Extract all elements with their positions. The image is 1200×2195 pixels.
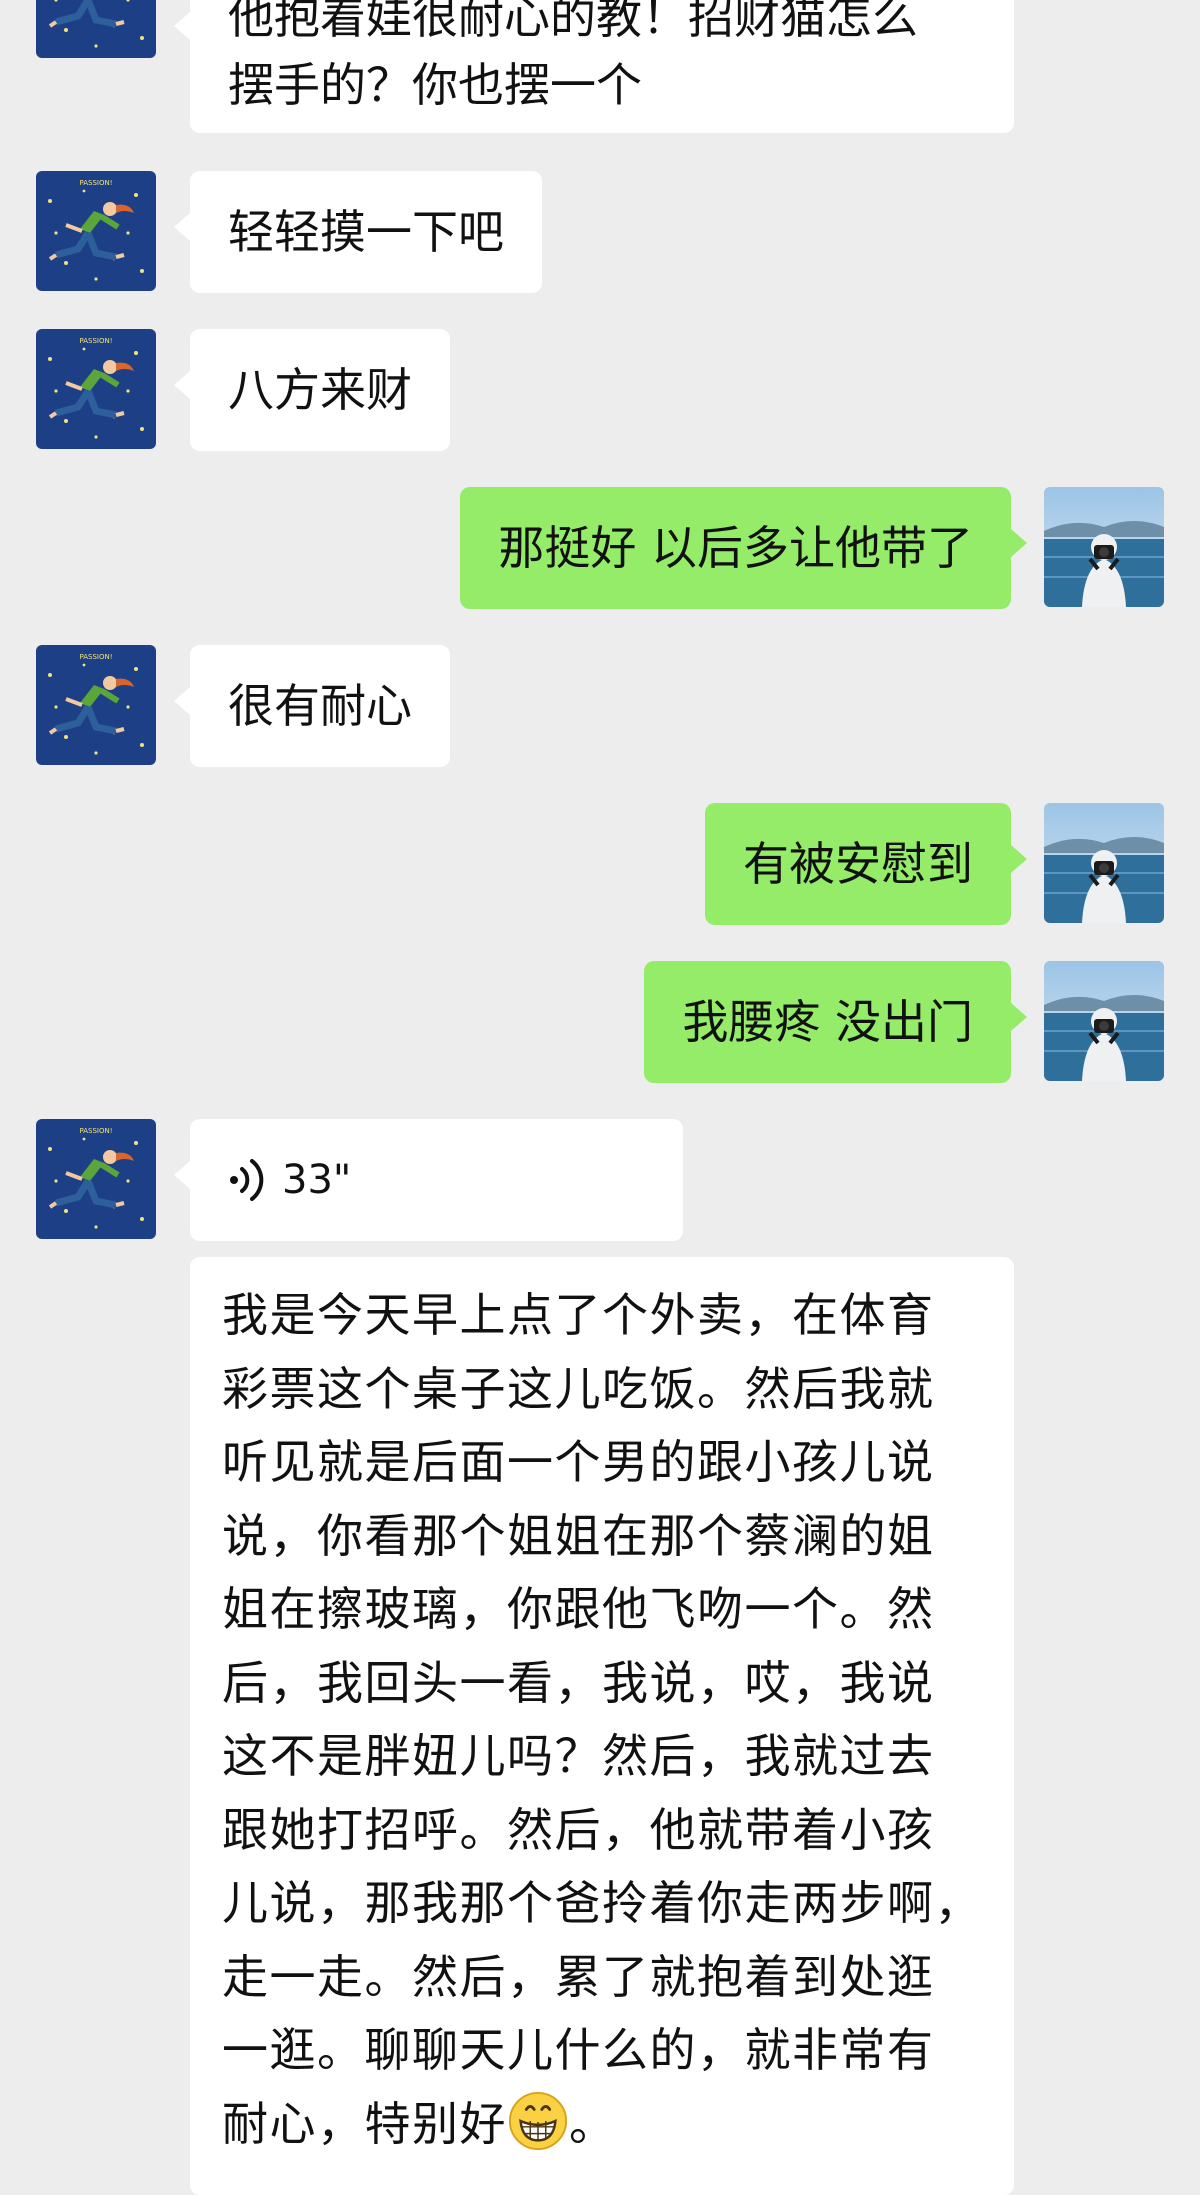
transcript-line: 一逛。聊聊天儿什么的，就非常有 <box>222 2023 935 2077</box>
transcript-line: 我是今天早上点了个外卖，在体育 <box>222 1288 935 1342</box>
message-text-line: 摆手的？你也摆一个 <box>228 58 642 112</box>
transcript-line: 姐在擦玻璃，你跟他飞吻一个。然 <box>222 1582 935 1636</box>
svg-text:PASSION!: PASSION! <box>79 653 112 661</box>
contact-avatar-image: PASSION! <box>36 0 156 58</box>
voice-duration: 33" <box>282 1157 352 1203</box>
contact-avatar-image: PASSION! <box>36 171 156 291</box>
contact-avatar-image: PASSION! <box>36 1119 156 1239</box>
chat-window: PASSION! 他抱着娃很耐心的教！招财猫怎么 摆手的？你也摆一个 PASSI… <box>0 0 1200 2195</box>
svg-text:PASSION!: PASSION! <box>79 179 112 187</box>
voice-message-bubble[interactable]: 33" <box>174 1119 683 1241</box>
incoming-message-bubble[interactable]: 很有耐心 <box>174 645 450 767</box>
self-avatar-image <box>1044 961 1164 1081</box>
svg-text:PASSION!: PASSION! <box>79 337 112 345</box>
contact-avatar-image: PASSION! <box>36 329 156 449</box>
incoming-message-bubble[interactable]: 他抱着娃很耐心的教！招财猫怎么 摆手的？你也摆一个 <box>174 0 1014 133</box>
message-text: 有被安慰到 <box>743 837 973 891</box>
svg-text:PASSION!: PASSION! <box>79 1127 112 1135</box>
grinning-face-emoji-icon <box>508 2091 568 2150</box>
self-avatar-image <box>1044 803 1164 923</box>
transcript-line: 跟她打招呼。然后，他就带着小孩 <box>222 1802 935 1857</box>
transcript-line: 说，你看那个姐姐在那个蔡澜的姐 <box>222 1508 935 1563</box>
contact-avatar[interactable]: PASSION! <box>36 0 156 58</box>
outgoing-message-bubble[interactable]: 有被安慰到 <box>705 803 1027 925</box>
transcript-line-last: 耐心，特别好 。 <box>222 2088 984 2162</box>
self-avatar[interactable] <box>1044 487 1164 607</box>
incoming-message-bubble[interactable]: 轻轻摸一下吧 <box>174 171 542 293</box>
voice-transcript-bubble[interactable]: 我是今天早上点了个外卖，在体育 彩票这个桌子这儿吃饭。然后我就 听见就是后面一个… <box>190 1257 1014 2195</box>
outgoing-message-bubble[interactable]: 那挺好 以后多让他带了 <box>460 487 1027 609</box>
transcript-ending: 。 <box>569 2096 617 2151</box>
self-avatar[interactable] <box>1044 803 1164 923</box>
message-text: 轻轻摸一下吧 <box>228 205 504 259</box>
self-avatar[interactable] <box>1044 961 1164 1081</box>
voice-wave-icon <box>230 1159 264 1201</box>
message-text: 很有耐心 <box>228 679 412 733</box>
message-text: 我腰疼 没出门 <box>682 995 973 1049</box>
outgoing-message-bubble[interactable]: 我腰疼 没出门 <box>644 961 1027 1083</box>
transcript-line: 这不是胖妞儿吗？然后，我就过去 <box>222 1729 935 1783</box>
contact-avatar-image: PASSION! <box>36 645 156 765</box>
transcript-line: 听见就是后面一个男的跟小孩儿说 <box>222 1435 935 1489</box>
message-text: 八方来财 <box>228 363 412 417</box>
message-text-line: 他抱着娃很耐心的教！招财猫怎么 <box>228 0 918 44</box>
contact-avatar[interactable]: PASSION! <box>36 329 156 449</box>
transcript-line: 走一走。然后，累了就抱着到处逛 <box>222 1949 935 2004</box>
contact-avatar[interactable]: PASSION! <box>36 645 156 765</box>
contact-avatar[interactable]: PASSION! <box>36 171 156 291</box>
transcript-line: 儿说，那我那个爸拎着你走两步啊， <box>222 1876 982 1930</box>
transcript-line: 彩票这个桌子这儿吃饭。然后我就 <box>222 1361 935 1416</box>
contact-avatar[interactable]: PASSION! <box>36 1119 156 1239</box>
transcript-line: 后，我回头一看，我说，哎，我说 <box>222 1655 935 1710</box>
self-avatar-image <box>1044 487 1164 607</box>
message-text: 那挺好 以后多让他带了 <box>498 521 973 575</box>
incoming-message-bubble[interactable]: 八方来财 <box>174 329 450 451</box>
transcript-line-text: 耐心，特别好 <box>222 2096 507 2151</box>
